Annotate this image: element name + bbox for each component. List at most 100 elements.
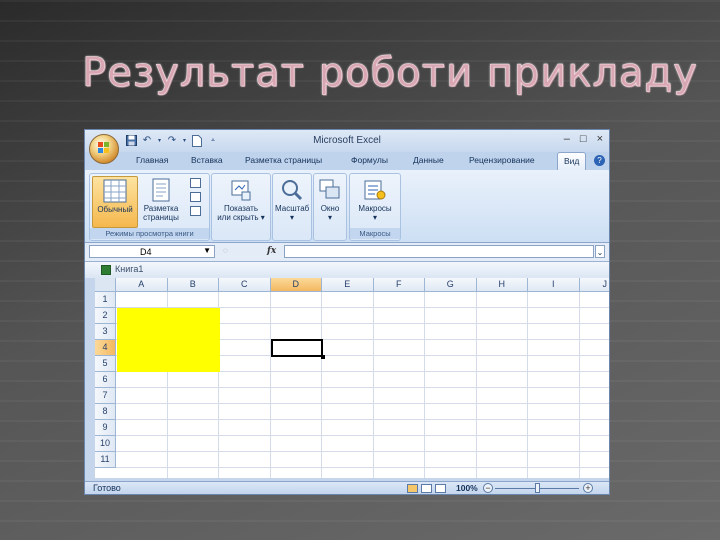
window-label: Окно bbox=[320, 204, 340, 213]
row-header-10[interactable]: 10 bbox=[95, 436, 116, 452]
worksheet-grid[interactable]: ABCDEFGHIJ 1 2 3 4 5 6 7 8 9 10 11 bbox=[95, 278, 609, 478]
zoom-dropdown-icon: ▾ bbox=[289, 213, 294, 222]
row-header-11[interactable]: 11 bbox=[95, 452, 116, 468]
page-layout-label-2: страницы bbox=[143, 213, 179, 222]
formula-input[interactable] bbox=[284, 245, 594, 258]
tab-home[interactable]: Главная bbox=[136, 155, 168, 165]
row-header-6[interactable]: 6 bbox=[95, 372, 116, 388]
zoom-in-icon[interactable]: + bbox=[583, 483, 593, 493]
show-hide-icon bbox=[229, 178, 253, 202]
highlighted-range[interactable] bbox=[117, 308, 220, 372]
grid-row-line bbox=[116, 403, 609, 404]
page-break-status-icon[interactable] bbox=[435, 484, 446, 493]
window-icon bbox=[318, 178, 342, 202]
column-header-j[interactable]: J bbox=[579, 278, 609, 292]
slide-title: Результат роботи прикладу bbox=[82, 50, 698, 97]
tab-review[interactable]: Рецензирование bbox=[469, 155, 535, 165]
column-header-c[interactable]: C bbox=[219, 278, 271, 292]
close-icon[interactable]: × bbox=[597, 133, 603, 145]
row-header-9[interactable]: 9 bbox=[95, 420, 116, 436]
column-header-f[interactable]: F bbox=[373, 278, 425, 292]
show-hide-label-2: или скрыть bbox=[217, 213, 259, 222]
zoom-out-icon[interactable]: − bbox=[483, 483, 493, 493]
expand-formula-bar-icon[interactable]: ⌄ bbox=[595, 245, 605, 258]
grid-row-line bbox=[116, 467, 609, 468]
group-macros: Макросы ▾ Макросы bbox=[349, 173, 401, 241]
app-title: Microsoft Excel bbox=[313, 135, 381, 146]
workbook-icon bbox=[101, 265, 111, 275]
zoom-slider-thumb[interactable] bbox=[535, 483, 540, 493]
formula-bar-grip-icon: ◌ bbox=[223, 246, 228, 255]
window-button[interactable]: Окно ▾ bbox=[316, 176, 344, 226]
normal-view-status-icon[interactable] bbox=[407, 484, 418, 493]
custom-views-icon[interactable] bbox=[190, 192, 201, 202]
show-hide-dropdown-icon: ▾ bbox=[260, 213, 265, 222]
minimize-icon[interactable]: – bbox=[564, 133, 570, 145]
ribbon: Обычный Разметка страницы Режимы просмот… bbox=[85, 170, 609, 243]
column-header-d[interactable]: D bbox=[270, 278, 322, 292]
row-header-4[interactable]: 4 bbox=[95, 340, 116, 356]
column-header-b[interactable]: B bbox=[167, 278, 219, 292]
row-header-3[interactable]: 3 bbox=[95, 324, 116, 340]
show-hide-label-1: Показать bbox=[223, 204, 258, 213]
show-hide-button[interactable]: Показать или скрыть ▾ bbox=[216, 176, 266, 226]
page-break-preview-icon[interactable] bbox=[190, 178, 201, 188]
insert-function-icon[interactable]: fx bbox=[267, 246, 276, 256]
help-icon[interactable]: ? bbox=[594, 155, 605, 166]
zoom-label: Масштаб bbox=[275, 204, 310, 213]
magnifier-icon bbox=[280, 178, 304, 202]
excel-window: ↶ ▾ ↷ ▾ ⩡ Microsoft Excel – □ × Главная … bbox=[84, 129, 610, 495]
zoom-button[interactable]: Масштаб ▾ bbox=[275, 176, 309, 226]
page-layout-view-button[interactable]: Разметка страницы bbox=[139, 176, 183, 226]
full-screen-icon[interactable] bbox=[190, 206, 201, 216]
grid-row-line bbox=[116, 419, 609, 420]
grid-row-line bbox=[116, 435, 609, 436]
office-logo-icon bbox=[98, 142, 110, 154]
window-controls: – □ × bbox=[564, 133, 603, 145]
name-box-value: D4 bbox=[140, 247, 152, 257]
name-box[interactable]: D4 ▼ bbox=[89, 245, 215, 258]
grid-row-line bbox=[116, 451, 609, 452]
column-header-e[interactable]: E bbox=[322, 278, 374, 292]
group-window: Окно ▾ bbox=[313, 173, 347, 241]
maximize-icon[interactable]: □ bbox=[580, 133, 587, 145]
page-layout-status-icon[interactable] bbox=[421, 484, 432, 493]
status-bar: Готово 100% − + bbox=[85, 481, 609, 494]
office-button[interactable] bbox=[89, 134, 119, 164]
tab-view[interactable]: Вид bbox=[557, 152, 587, 170]
group-workbook-views: Обычный Разметка страницы Режимы просмот… bbox=[89, 173, 210, 241]
column-header-a[interactable]: A bbox=[116, 278, 168, 292]
window-dropdown-icon: ▾ bbox=[327, 213, 332, 222]
tab-formulas[interactable]: Формулы bbox=[351, 155, 388, 165]
select-all-corner[interactable] bbox=[95, 278, 116, 292]
page-layout-label-1: Разметка bbox=[143, 204, 179, 213]
row-header-7[interactable]: 7 bbox=[95, 388, 116, 404]
row-header-5[interactable]: 5 bbox=[95, 356, 116, 372]
zoom-level[interactable]: 100% bbox=[456, 483, 478, 493]
row-header-8[interactable]: 8 bbox=[95, 404, 116, 420]
tab-insert[interactable]: Вставка bbox=[191, 155, 223, 165]
column-header-h[interactable]: H bbox=[476, 278, 528, 292]
tab-data[interactable]: Данные bbox=[413, 155, 444, 165]
fill-handle[interactable] bbox=[321, 355, 325, 359]
group-label-views: Режимы просмотра книги bbox=[90, 228, 209, 239]
group-label-macros: Макросы bbox=[350, 228, 400, 239]
active-cell[interactable] bbox=[271, 339, 323, 357]
ribbon-tabs: Главная Вставка Разметка страницы Формул… bbox=[85, 152, 609, 170]
macros-icon bbox=[363, 178, 387, 202]
workbook-name: Книга1 bbox=[115, 264, 144, 274]
normal-view-button[interactable]: Обычный bbox=[92, 176, 138, 228]
page-layout-icon bbox=[149, 178, 173, 202]
grid-row-line bbox=[116, 387, 609, 388]
group-show-hide: Показать или скрыть ▾ bbox=[211, 173, 271, 241]
row-header-2[interactable]: 2 bbox=[95, 308, 116, 324]
name-box-dropdown-icon[interactable]: ▼ bbox=[203, 246, 211, 255]
macros-button[interactable]: Макросы ▾ bbox=[353, 176, 397, 226]
column-header-g[interactable]: G bbox=[425, 278, 477, 292]
row-header-1[interactable]: 1 bbox=[95, 292, 116, 308]
column-header-i[interactable]: I bbox=[528, 278, 580, 292]
group-zoom: Масштаб ▾ bbox=[272, 173, 312, 241]
status-ready: Готово bbox=[93, 483, 121, 493]
workbook-titlebar: Книга1 bbox=[85, 262, 609, 278]
tab-page-layout[interactable]: Разметка страницы bbox=[245, 155, 322, 165]
